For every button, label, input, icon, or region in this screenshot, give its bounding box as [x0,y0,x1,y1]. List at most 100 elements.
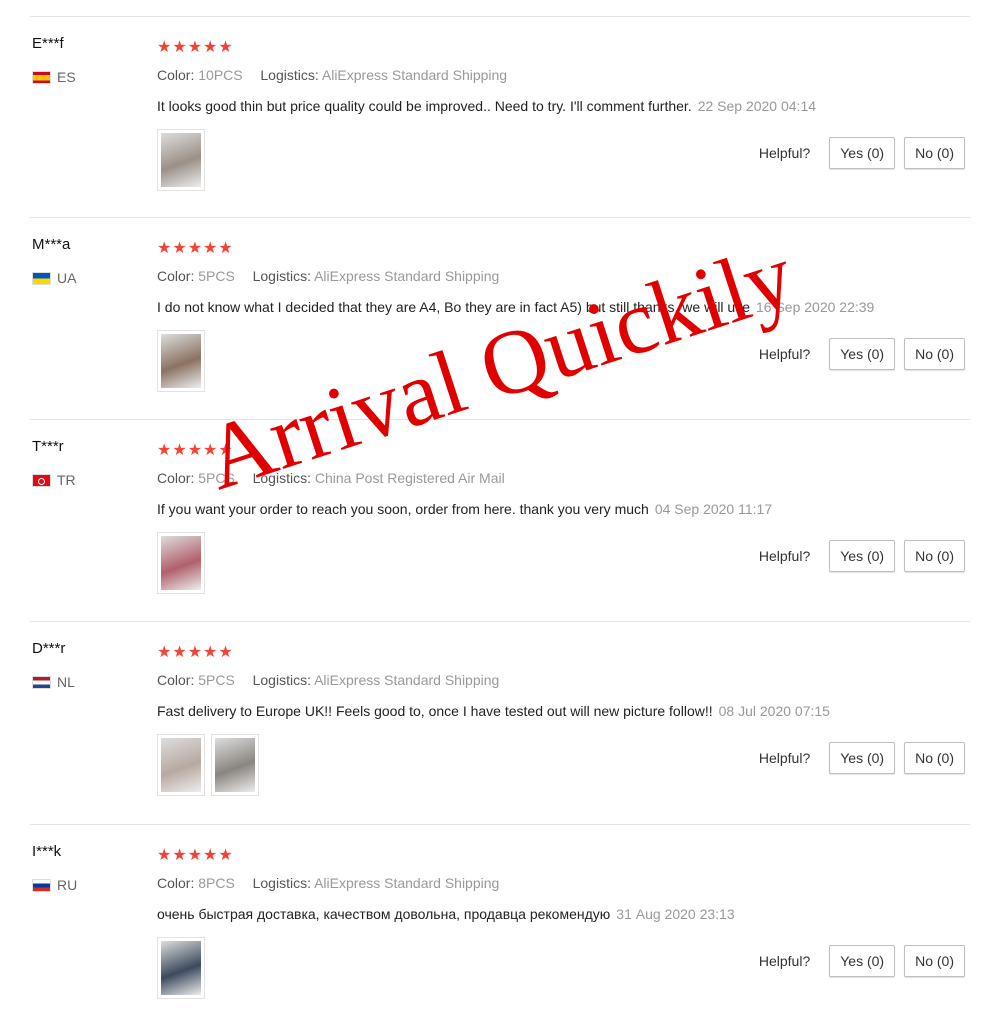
helpful-vote: Helpful? Yes (0) No (0) [759,137,965,169]
review-date: 08 Jul 2020 07:15 [718,703,830,719]
helpful-yes-button[interactable]: Yes (0) [829,945,896,977]
helpful-vote: Helpful? Yes (0) No (0) [759,945,965,977]
color-label: Color: [157,268,195,284]
country-flag-icon [32,878,51,892]
review-date: 04 Sep 2020 11:17 [654,501,773,517]
helpful-yes-button[interactable]: Yes (0) [829,338,896,370]
review-photo-thumbnail[interactable] [157,734,205,796]
logistics-label: Logistics: [252,470,311,486]
logistics-value: AliExpress Standard Shipping [314,875,500,891]
review-body: I do not know what I decided that they a… [157,299,750,315]
helpful-vote: Helpful? Yes (0) No (0) [759,338,965,370]
logistics-label: Logistics: [252,672,311,688]
star-rating: ★★★★★ [157,847,234,864]
review-meta: Color: 5PCS Logistics: AliExpress Standa… [157,268,499,284]
country-code: ES [57,69,76,85]
review-text: очень быстрая доставка, качеством доволь… [157,906,735,922]
color-label: Color: [157,470,195,486]
review-photo-thumbnail[interactable] [157,129,205,191]
reviewer-country: UA [32,270,76,286]
country-code: RU [57,877,78,893]
review-date: 31 Aug 2020 23:13 [616,906,735,922]
review-photo-thumbnail[interactable] [157,330,205,392]
helpful-label: Helpful? [758,346,811,362]
review-meta: Color: 10PCS Logistics: AliExpress Stand… [157,67,507,83]
reviewer-name: M***a [32,236,71,253]
review-item: E***f ES ★★★★★ Color: 10PCS Logistics: A… [30,16,970,219]
color-label: Color: [157,67,195,83]
logistics-value: AliExpress Standard Shipping [314,672,500,688]
helpful-no-button[interactable]: No (0) [904,137,965,169]
review-body: Fast delivery to Europe UK!! Feels good … [157,703,713,719]
helpful-no-button[interactable]: No (0) [904,945,965,977]
review-photo-thumbnail[interactable] [157,937,205,999]
review-photo [215,738,255,792]
country-code: TR [57,472,76,488]
review-text: Fast delivery to Europe UK!! Feels good … [157,703,830,719]
helpful-yes-button[interactable]: Yes (0) [829,540,896,572]
reviewer-country: TR [32,472,76,488]
logistics-value: AliExpress Standard Shipping [321,67,508,83]
review-photo [161,941,201,995]
country-flag-icon [32,271,51,285]
review-date: 22 Sep 2020 04:14 [697,98,817,114]
color-label: Color: [157,875,195,891]
star-rating: ★★★★★ [157,240,234,257]
reviewer-country: RU [32,877,77,893]
reviewer-country: NL [32,674,75,690]
reviewer-name: D***r [32,640,66,657]
reviewer-name: E***f [32,35,64,52]
review-item: I***k RU ★★★★★ Color: 8PCS Logistics: Al… [30,824,970,1027]
helpful-label: Helpful? [758,953,811,969]
review-text: I do not know what I decided that they a… [157,299,874,315]
color-value: 5PCS [198,672,235,688]
star-rating: ★★★★★ [157,644,234,661]
review-photos [157,734,259,796]
review-item: D***r NL ★★★★★ Color: 5PCS Logistics: Al… [30,621,970,824]
country-code: UA [57,270,77,286]
star-rating: ★★★★★ [157,442,234,459]
review-photo [161,738,201,792]
country-flag-icon [32,70,51,84]
review-date: 16 Sep 2020 22:39 [756,299,875,315]
helpful-vote: Helpful? Yes (0) No (0) [759,742,965,774]
review-photo [161,536,201,590]
helpful-label: Helpful? [758,750,811,766]
review-body: очень быстрая доставка, качеством доволь… [157,906,611,922]
review-meta: Color: 8PCS Logistics: AliExpress Standa… [157,875,499,891]
review-photo [161,133,201,187]
review-photo-thumbnail[interactable] [211,734,259,796]
review-text: It looks good thin but price quality cou… [157,98,816,114]
review-photos [157,129,205,191]
country-flag-icon [32,675,51,689]
logistics-value: China Post Registered Air Mail [314,470,505,486]
helpful-label: Helpful? [758,145,811,161]
review-photo-thumbnail[interactable] [157,532,205,594]
helpful-yes-button[interactable]: Yes (0) [829,137,896,169]
country-flag-icon [32,473,51,487]
helpful-no-button[interactable]: No (0) [904,338,965,370]
reviewer-country: ES [32,69,76,85]
helpful-vote: Helpful? Yes (0) No (0) [759,540,965,572]
logistics-label: Logistics: [260,67,319,83]
color-label: Color: [157,672,195,688]
helpful-no-button[interactable]: No (0) [904,540,965,572]
star-rating: ★★★★★ [157,39,234,56]
review-photo [161,334,201,388]
review-item: M***a UA ★★★★★ Color: 5PCS Logistics: Al… [30,217,970,420]
review-body: It looks good thin but price quality cou… [157,98,692,114]
color-value: 5PCS [198,268,235,284]
color-value: 10PCS [198,67,243,83]
logistics-label: Logistics: [252,268,311,284]
review-meta: Color: 5PCS Logistics: AliExpress Standa… [157,672,499,688]
helpful-no-button[interactable]: No (0) [904,742,965,774]
helpful-yes-button[interactable]: Yes (0) [829,742,896,774]
reviewer-name: I***k [32,843,62,860]
review-photos [157,937,205,999]
color-value: 8PCS [198,875,235,891]
logistics-label: Logistics: [252,875,311,891]
review-item: T***r TR ★★★★★ Color: 5PCS Logistics: Ch… [30,419,970,622]
helpful-label: Helpful? [758,548,811,564]
review-photos [157,532,205,594]
review-meta: Color: 5PCS Logistics: China Post Regist… [157,470,505,486]
